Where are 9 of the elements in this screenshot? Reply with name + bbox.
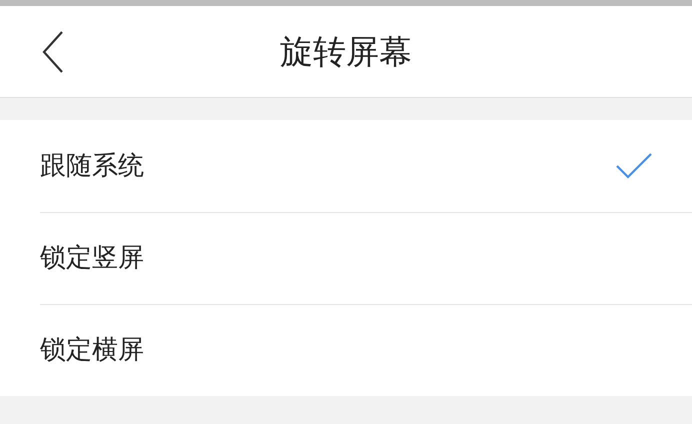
option-row[interactable]: 跟随系统 bbox=[40, 120, 692, 212]
option-label: 锁定横屏 bbox=[40, 334, 144, 367]
option-label: 锁定竖屏 bbox=[40, 242, 144, 275]
option-label: 跟随系统 bbox=[40, 150, 144, 182]
option-row[interactable]: 锁定竖屏 bbox=[40, 212, 692, 304]
page-title: 旋转屏幕 bbox=[280, 30, 412, 73]
option-row[interactable]: 锁定横屏 bbox=[40, 304, 692, 396]
back-icon bbox=[42, 31, 64, 73]
check-icon bbox=[616, 153, 652, 179]
